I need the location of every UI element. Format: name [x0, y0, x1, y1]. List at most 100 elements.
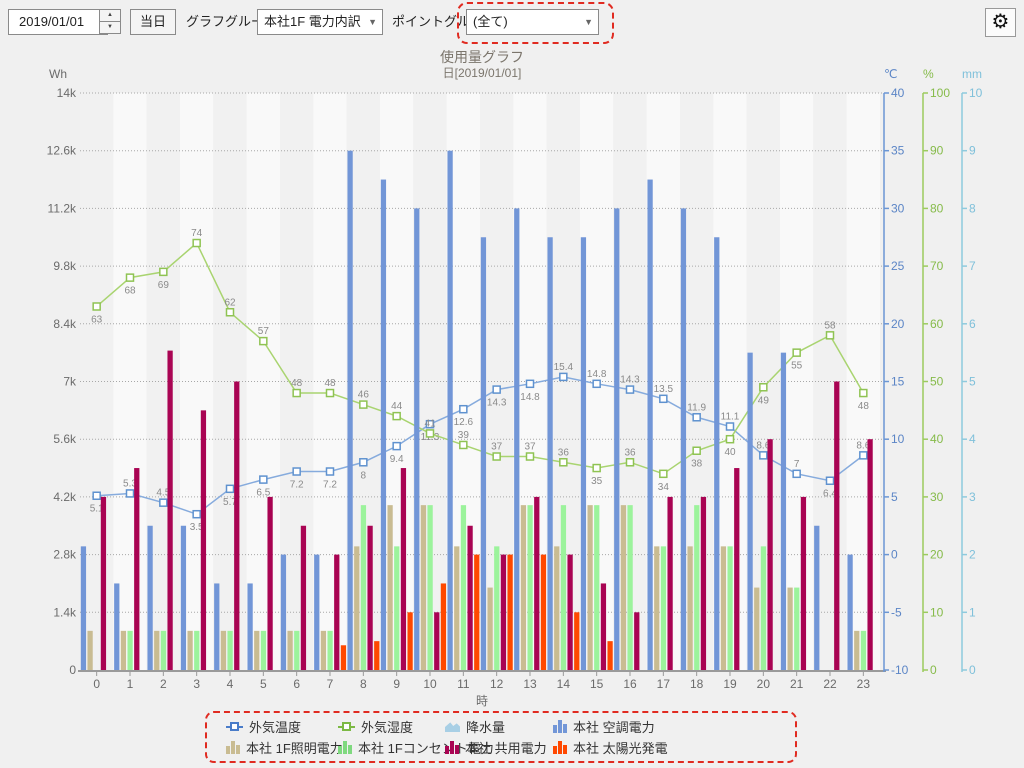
value-axis-label: 9	[969, 144, 976, 158]
hour-label: 7	[327, 677, 334, 691]
bar	[647, 180, 652, 670]
bar	[534, 497, 539, 670]
date-input[interactable]: 2019/01/01	[8, 9, 108, 35]
marker-hum	[760, 384, 767, 391]
marker-temp	[393, 443, 400, 450]
marker-hum	[593, 465, 600, 472]
point-label: 74	[191, 228, 203, 239]
value-axis-label: 0	[930, 663, 937, 677]
bar	[294, 631, 299, 670]
value-axis-label: 7	[969, 259, 976, 273]
value-axis-label: 40	[930, 432, 944, 446]
legend-item-outdoor-humidity[interactable]: 外気湿度	[338, 717, 445, 736]
point-label: 13.5	[654, 384, 674, 395]
bar	[747, 353, 752, 670]
chevron-down-icon: ▼	[368, 10, 377, 34]
hour-label: 12	[490, 677, 504, 691]
bar	[541, 555, 546, 670]
today-button[interactable]: 当日	[130, 9, 176, 35]
wh-tick-label: 7k	[63, 375, 77, 389]
bar	[81, 546, 86, 670]
bar	[401, 468, 406, 670]
point-group-select[interactable]: (全て) ▼	[466, 9, 599, 35]
point-label: 7.2	[323, 480, 337, 491]
bar	[501, 555, 506, 670]
bar	[381, 180, 386, 670]
marker-temp	[260, 476, 267, 483]
marker-hum	[693, 447, 700, 454]
marker-temp	[193, 511, 200, 518]
bar	[234, 382, 239, 671]
marker-hum	[560, 459, 567, 466]
bar	[454, 546, 459, 670]
bar	[434, 612, 439, 670]
settings-button[interactable]: ⚙	[985, 8, 1016, 37]
value-axis-label: 40	[891, 86, 905, 100]
bar	[801, 497, 806, 670]
bar	[341, 645, 346, 670]
point-label: 39	[458, 430, 470, 441]
marker-hum	[627, 459, 634, 466]
legend-item-ac-power[interactable]: 本社 空調電力	[553, 717, 791, 736]
hour-label: 15	[590, 677, 604, 691]
graph-group-value: 本社1F 電力内訳	[264, 14, 361, 29]
marker-hum	[727, 436, 734, 443]
value-axis-label: 0	[891, 548, 898, 562]
legend-item-shared-power[interactable]: 本社 共用電力	[445, 738, 553, 757]
point-label: 55	[791, 361, 803, 372]
marker-hum	[260, 338, 267, 345]
bar	[154, 631, 159, 670]
marker-hum	[493, 453, 500, 460]
value-axis-label: 20	[930, 548, 944, 562]
hour-label: 5	[260, 677, 267, 691]
value-axis-label: 1	[969, 605, 976, 619]
legend-item-outlet-power[interactable]: 本社 1Fコンセント電力	[338, 738, 445, 757]
legend-item-solar-power[interactable]: 本社 太陽光発電	[553, 738, 791, 757]
wh-tick-label: 14k	[57, 86, 77, 100]
bar	[254, 631, 259, 670]
bar	[694, 505, 699, 670]
point-label: 58	[824, 320, 836, 331]
point-label: 68	[124, 286, 136, 297]
bar	[227, 631, 232, 670]
bar	[567, 555, 572, 670]
bar	[547, 237, 552, 670]
bar	[507, 555, 512, 670]
legend-item-outdoor-temp[interactable]: 外気温度	[226, 717, 338, 736]
bar	[634, 612, 639, 670]
marker-temp	[727, 423, 734, 430]
legend-item-lighting-power[interactable]: 本社 1F照明電力	[226, 738, 338, 757]
point-label: 38	[691, 459, 703, 470]
bar	[687, 546, 692, 670]
hour-label: 1	[127, 677, 134, 691]
bar	[761, 546, 766, 670]
value-axis-label: 60	[930, 317, 944, 331]
wh-tick-label: 8.4k	[53, 317, 77, 331]
marker-hum	[527, 453, 534, 460]
hour-label: 23	[857, 677, 871, 691]
bar	[681, 208, 686, 670]
x-axis-title: 時	[476, 694, 488, 708]
point-label: 37	[524, 442, 536, 453]
marker-hum	[860, 390, 867, 397]
point-label: 57	[258, 326, 270, 337]
date-spinner-down-button[interactable]: ▼	[99, 21, 121, 34]
legend-item-rainfall[interactable]: 降水量	[445, 717, 553, 736]
bar	[661, 546, 666, 670]
marker-hum	[660, 470, 667, 477]
wh-tick-label: 11.2k	[48, 201, 77, 215]
bar	[447, 151, 452, 670]
value-axis-label: 10	[891, 432, 905, 446]
bar	[361, 505, 366, 670]
value-axis-unit: mm	[962, 67, 982, 81]
marker-hum	[193, 240, 200, 247]
bar	[314, 555, 319, 670]
marker-hum	[93, 303, 100, 310]
marker-temp	[760, 452, 767, 459]
graph-group-select[interactable]: 本社1F 電力内訳 ▼	[257, 9, 383, 35]
value-axis-label: -10	[891, 663, 909, 677]
value-axis-label: 4	[969, 432, 976, 446]
bar	[441, 583, 446, 670]
bar	[814, 526, 819, 670]
point-label: 14.3	[620, 375, 640, 386]
